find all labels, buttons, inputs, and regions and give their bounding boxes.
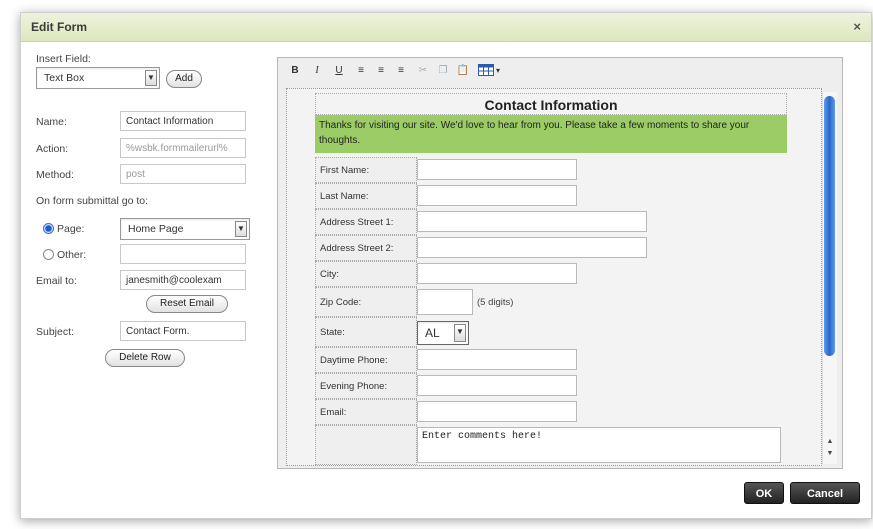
dialog-title: Edit Form [31, 20, 87, 34]
align-center-icon[interactable]: ≡ [374, 64, 388, 78]
align-left-icon[interactable]: ≡ [354, 64, 368, 78]
close-icon[interactable]: × [853, 19, 861, 34]
delete-row-button[interactable]: Delete Row [105, 349, 185, 367]
email-to-label: Email to: [36, 275, 77, 287]
form-heading: Contact Information [315, 93, 787, 115]
other-radio[interactable] [43, 249, 54, 260]
state-value: AL [425, 326, 440, 340]
method-input[interactable]: post [120, 164, 246, 184]
state-select[interactable]: AL ▼ [417, 321, 469, 345]
page-select[interactable]: Home Page ▼ [120, 218, 250, 240]
editor-toolbar: B I U ≡ ≡ ≡ ✂ ❐ 📋 ▾ [278, 58, 842, 84]
last-name-label: Last Name: [315, 183, 417, 209]
first-name-label: First Name: [315, 157, 417, 183]
underline-icon[interactable]: U [332, 64, 346, 78]
zip-hint: (5 digits) [477, 297, 514, 308]
comments-textarea[interactable]: Enter comments here! [417, 427, 781, 463]
comments-label-cell [315, 425, 417, 465]
chevron-down-icon: ▼ [454, 324, 466, 342]
scroll-up-icon[interactable]: ▲ [823, 436, 837, 448]
address1-label: Address Street 1: [315, 209, 417, 235]
italic-icon[interactable]: I [310, 64, 324, 78]
chevron-down-icon[interactable]: ▾ [494, 64, 502, 78]
evening-phone-label: Evening Phone: [315, 373, 417, 399]
page-radio-label: Page: [57, 223, 85, 235]
city-field[interactable] [417, 263, 577, 284]
zip-field[interactable] [417, 289, 473, 315]
cut-icon[interactable]: ✂ [416, 64, 430, 78]
reset-email-button[interactable]: Reset Email [146, 295, 228, 313]
address2-label: Address Street 2: [315, 235, 417, 261]
edit-form-dialog: Edit Form × Insert Field: Text Box ▼ Add… [20, 12, 872, 519]
other-input[interactable] [120, 244, 246, 264]
editor-canvas[interactable]: Contact Information Thanks for visiting … [286, 88, 822, 466]
editor-scrollbar[interactable]: ▲ ▼ [822, 92, 837, 464]
email-to-input[interactable]: janesmith@coolexam [120, 270, 246, 290]
name-input[interactable]: Contact Information [120, 111, 246, 131]
action-input[interactable]: %wsbk.formmailerurl% [120, 138, 246, 158]
scroll-down-icon[interactable]: ▼ [823, 448, 837, 460]
table-icon[interactable] [478, 64, 494, 78]
zip-label: Zip Code: [315, 287, 417, 317]
city-label: City: [315, 261, 417, 287]
state-label: State: [315, 317, 417, 347]
address2-field[interactable] [417, 237, 647, 258]
add-field-button[interactable]: Add [166, 70, 202, 88]
last-name-field[interactable] [417, 185, 577, 206]
subject-input[interactable]: Contact Form. [120, 321, 246, 341]
page-select-value: Home Page [128, 223, 184, 235]
email-field[interactable] [417, 401, 577, 422]
cancel-button[interactable]: Cancel [790, 482, 860, 504]
chevron-down-icon: ▼ [145, 70, 157, 86]
subject-label: Subject: [36, 326, 74, 338]
ok-button[interactable]: OK [744, 482, 784, 504]
chevron-down-icon: ▼ [235, 221, 247, 237]
page-radio[interactable] [43, 223, 54, 234]
on-submit-label: On form submittal go to: [36, 195, 149, 207]
evening-phone-field[interactable] [417, 375, 577, 396]
email-label: Email: [315, 399, 417, 425]
copy-icon[interactable]: ❐ [436, 64, 450, 78]
name-label: Name: [36, 116, 67, 128]
scroll-thumb[interactable] [824, 96, 835, 356]
insert-field-value: Text Box [44, 72, 85, 84]
daytime-phone-field[interactable] [417, 349, 577, 370]
form-intro: Thanks for visiting our site. We'd love … [315, 115, 787, 153]
dialog-titlebar: Edit Form × [21, 13, 871, 42]
paste-icon[interactable]: 📋 [456, 64, 470, 78]
method-label: Method: [36, 169, 74, 181]
daytime-phone-label: Daytime Phone: [315, 347, 417, 373]
align-right-icon[interactable]: ≡ [394, 64, 408, 78]
bold-icon[interactable]: B [288, 64, 302, 78]
address1-field[interactable] [417, 211, 647, 232]
action-label: Action: [36, 143, 69, 155]
insert-field-label: Insert Field: [36, 53, 91, 65]
form-editor: B I U ≡ ≡ ≡ ✂ ❐ 📋 ▾ Contact Information … [277, 57, 843, 469]
first-name-field[interactable] [417, 159, 577, 180]
other-radio-label: Other: [57, 249, 87, 261]
insert-field-select[interactable]: Text Box ▼ [36, 67, 160, 89]
